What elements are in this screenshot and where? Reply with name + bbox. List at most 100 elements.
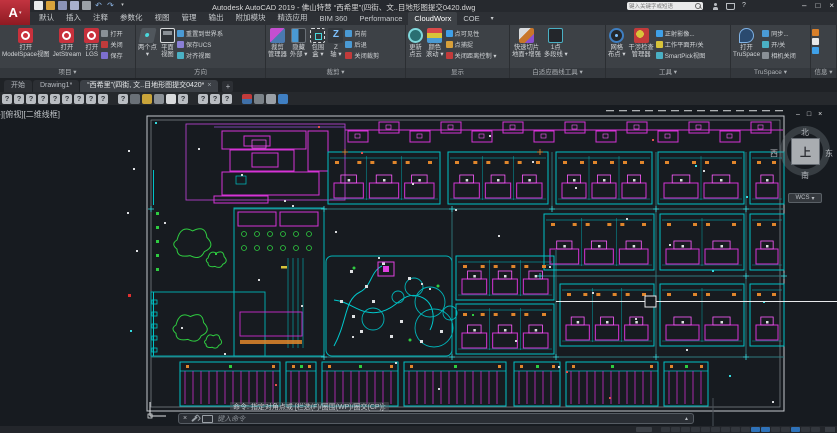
button-icon[interactable] <box>812 38 819 45</box>
command-close-icon[interactable]: × <box>183 415 187 422</box>
panel-label-TruSpace[interactable]: TruSpace ▾ <box>731 68 810 78</box>
ribbon-tab-插入[interactable]: 插入 <box>60 10 87 25</box>
panel-label-白适应画线工具[interactable]: 白适应画线工具 ▾ <box>510 68 605 78</box>
button-两个点[interactable]: 两个点▾ <box>137 27 158 68</box>
q-tool-icon[interactable]: ? <box>74 94 84 104</box>
status-toggle-1[interactable] <box>671 427 680 432</box>
button-打开LGS[interactable]: 打开LGS <box>83 27 100 68</box>
button-隐藏外部[interactable]: 隐藏外部 ▾ <box>289 27 309 68</box>
status-toggle-5[interactable] <box>711 427 720 432</box>
viewcube-south-label[interactable]: 南 <box>801 170 809 181</box>
button-对齐视图[interactable]: 对齐视图 <box>177 51 223 60</box>
button-关闭距离控制[interactable]: 关闭距离控制 ▾ <box>446 51 497 60</box>
doc-close-button[interactable]: × <box>818 111 822 118</box>
button-打开JetStream[interactable]: 打开JetStream <box>52 27 83 68</box>
grid-tool-icon[interactable] <box>130 94 140 104</box>
status-toggle-11[interactable] <box>771 427 780 432</box>
model-space-canvas[interactable]: [-][俯视][二维线框] – □ × 上 北 西 东 南 WCS▾ 命令: 指… <box>0 105 837 426</box>
ribbon-tab-参数化[interactable]: 参数化 <box>114 10 149 25</box>
button-点可见性[interactable]: 点可见性 <box>446 29 497 38</box>
button-打开TruSpace[interactable]: 打开TruSpace <box>732 27 761 68</box>
button-打开ModelSpace视图[interactable]: 打开ModelSpace视图 <box>1 27 51 68</box>
panel-label-显示[interactable]: 显示 <box>406 68 509 78</box>
button-1点多段线[interactable]: 1点多段线 ▾ <box>543 27 569 68</box>
button-网格布点[interactable]: 网格布点 ▾ <box>607 27 627 68</box>
button-SmartPick视图[interactable]: SmartPick视图 <box>656 51 706 60</box>
q-tool-icon[interactable]: ? <box>26 94 36 104</box>
ribbon-tab-视图[interactable]: 视图 <box>149 10 176 25</box>
close-button[interactable]: × <box>829 1 834 10</box>
help-search-input[interactable]: 键入关键字或短语 <box>627 2 703 10</box>
ribbon-tabs-overflow-icon[interactable]: ▾ <box>486 12 499 25</box>
redo-button[interactable]: ↷ <box>106 1 115 10</box>
status-toggle-10[interactable] <box>761 427 770 432</box>
ribbon-tab-CloudWorx[interactable]: CloudWorx <box>408 12 457 25</box>
button-快速切片地面+增强[interactable]: 快速切片地面+增强 <box>511 27 542 68</box>
ribbon-tab-管理[interactable]: 管理 <box>176 10 203 25</box>
status-toggle-0[interactable] <box>661 427 670 432</box>
ribbon-tab-BIM 360[interactable]: BIM 360 <box>314 12 354 25</box>
button-干涉检查管理器[interactable]: 干涉检查管理器 <box>628 27 655 68</box>
button-点捕捉[interactable]: 点捕捉 <box>446 40 497 49</box>
wrench-icon[interactable] <box>191 415 198 421</box>
viewcube-top-face[interactable]: 上 <box>791 138 820 165</box>
file-tab[interactable]: “西希里”(四街, 文..目地形图提交0420*× <box>80 80 218 92</box>
keyboard-icon[interactable] <box>202 415 213 423</box>
q-tool-icon[interactable]: ? <box>50 94 60 104</box>
button-icon[interactable] <box>812 47 819 54</box>
plot-button[interactable] <box>82 1 91 10</box>
button-开/关[interactable]: 开/关 <box>762 40 796 49</box>
panel-label-工具[interactable]: 工具 ▾ <box>606 68 730 78</box>
status-toggle-9[interactable] <box>751 427 760 432</box>
button-更新点云[interactable]: 更新点云 <box>407 27 424 68</box>
viewcube-east-label[interactable]: 东 <box>825 148 833 159</box>
ribbon-tab-Performance[interactable]: Performance <box>353 12 408 25</box>
mon-tool-icon[interactable] <box>278 94 288 104</box>
key-tool-icon[interactable] <box>142 94 152 104</box>
button-工作平面开/关[interactable]: 工作平面开/关 <box>656 40 706 49</box>
q-tool-icon[interactable]: ? <box>2 94 12 104</box>
q-tool-icon[interactable]: ? <box>198 94 208 104</box>
app-store-cart-icon[interactable] <box>726 3 735 10</box>
q-tool-icon[interactable]: ? <box>210 94 220 104</box>
file-tab[interactable]: Drawing1* <box>33 80 79 92</box>
tab-close-icon[interactable]: × <box>207 80 211 92</box>
undo-button[interactable]: ↶ <box>94 1 103 10</box>
panel-label-裁剪[interactable]: 裁剪 ▾ <box>266 68 405 78</box>
status-toggle-4[interactable] <box>701 427 710 432</box>
button-同步...[interactable]: 同步... <box>762 29 796 38</box>
button-保存[interactable]: 保存 <box>101 51 122 60</box>
saveas-button[interactable] <box>70 1 79 10</box>
q-tool-icon[interactable]: ? <box>222 94 232 104</box>
status-toggle-14[interactable] <box>801 427 810 432</box>
search-icon[interactable] <box>695 3 701 9</box>
q-tool-icon[interactable]: ? <box>98 94 108 104</box>
sq-tool-icon[interactable] <box>166 94 176 104</box>
doc-restore-button[interactable]: □ <box>807 111 811 118</box>
button-保存UCS[interactable]: 保存UCS <box>177 40 223 49</box>
file-tab[interactable]: 开始 <box>4 80 32 92</box>
button-Z轴[interactable]: ZZ轴 ▾ <box>327 27 344 68</box>
ribbon-tab-注释[interactable]: 注释 <box>87 10 114 25</box>
new-button[interactable] <box>34 1 43 10</box>
app-menu-button[interactable]: A▾ <box>0 0 30 25</box>
status-toggle-7[interactable] <box>731 427 740 432</box>
status-toggle-2[interactable] <box>681 427 690 432</box>
button-icon[interactable] <box>812 29 819 36</box>
win-tool-icon[interactable] <box>242 94 252 104</box>
command-expand-icon[interactable]: ▲ <box>684 416 689 422</box>
maximize-button[interactable]: □ <box>815 1 820 10</box>
button-向前[interactable]: 向前 <box>345 29 379 38</box>
site-plan-drawing[interactable] <box>0 105 837 426</box>
status-toggle-6[interactable] <box>721 427 730 432</box>
status-toggle-3[interactable] <box>691 427 700 432</box>
sign-in-icon[interactable] <box>712 3 719 10</box>
button-重置到世界系[interactable]: 重置到世界系 <box>177 29 223 38</box>
model-space-button[interactable] <box>636 427 652 432</box>
q-tool-icon[interactable]: ? <box>62 94 72 104</box>
button-关闭[interactable]: 关闭 <box>101 40 122 49</box>
button-后退[interactable]: 后退 <box>345 40 379 49</box>
q-tool-icon[interactable]: ? <box>178 94 188 104</box>
status-toggle-12[interactable] <box>781 427 790 432</box>
ribbon-tab-默认[interactable]: 默认 <box>33 10 60 25</box>
